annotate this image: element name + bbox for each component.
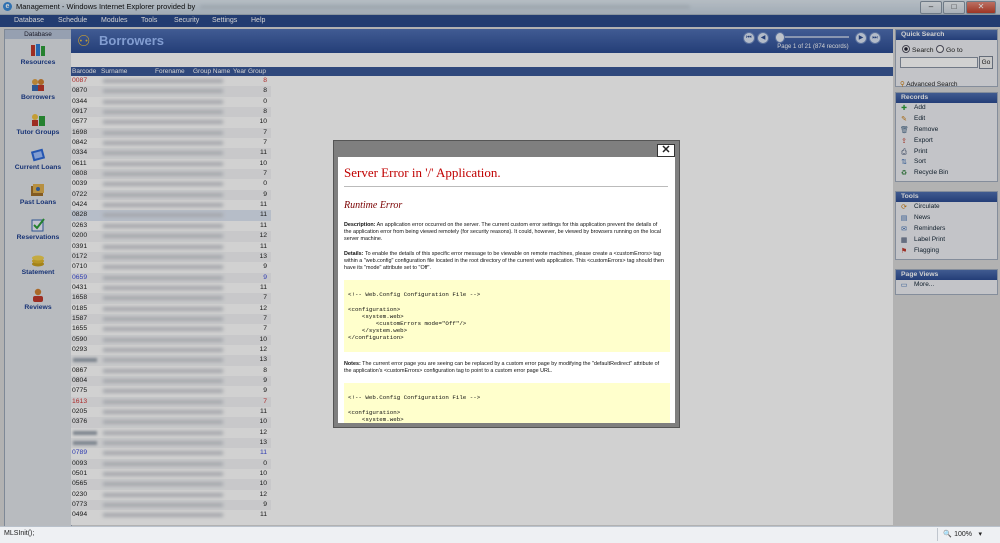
zoom-value: 100% xyxy=(954,531,972,538)
details-text: To enable the details of this specific e… xyxy=(344,251,664,271)
config-code-block-2: <!-- Web.Config Configuration File --> <… xyxy=(344,383,670,423)
status-text: MLSInit(); xyxy=(4,530,35,537)
notes-text: The current error page you are seeing ca… xyxy=(344,361,660,374)
error-description: Description: An application error occurr… xyxy=(344,222,666,243)
error-subheading: Runtime Error xyxy=(344,200,403,211)
close-dialog-button[interactable]: ✕ xyxy=(657,144,675,157)
zoom-icon: 🔍 xyxy=(943,531,953,538)
error-dialog: ✕ Server Error in '/' Application. Runti… xyxy=(333,140,680,428)
error-details: Details: To enable the details of this s… xyxy=(344,251,666,272)
notes-label: Notes: xyxy=(344,361,361,367)
config-code-block: <!-- Web.Config Configuration File --> <… xyxy=(344,280,670,352)
heading-divider xyxy=(344,186,668,187)
error-heading: Server Error in '/' Application. xyxy=(344,165,501,180)
zoom-dropdown-icon[interactable]: ▾ xyxy=(978,530,982,538)
status-divider xyxy=(937,528,938,541)
description-text: An application error occurred on the ser… xyxy=(344,222,662,242)
status-bar: MLSInit(); 🔍 100% ▾ xyxy=(0,526,1000,543)
error-notes: Notes: The current error page you are se… xyxy=(344,361,666,375)
details-label: Details: xyxy=(344,251,364,257)
error-dialog-body: Server Error in '/' Application. Runtime… xyxy=(338,157,675,423)
description-label: Description: xyxy=(344,222,376,228)
zoom-level[interactable]: 🔍 100% xyxy=(943,530,972,538)
